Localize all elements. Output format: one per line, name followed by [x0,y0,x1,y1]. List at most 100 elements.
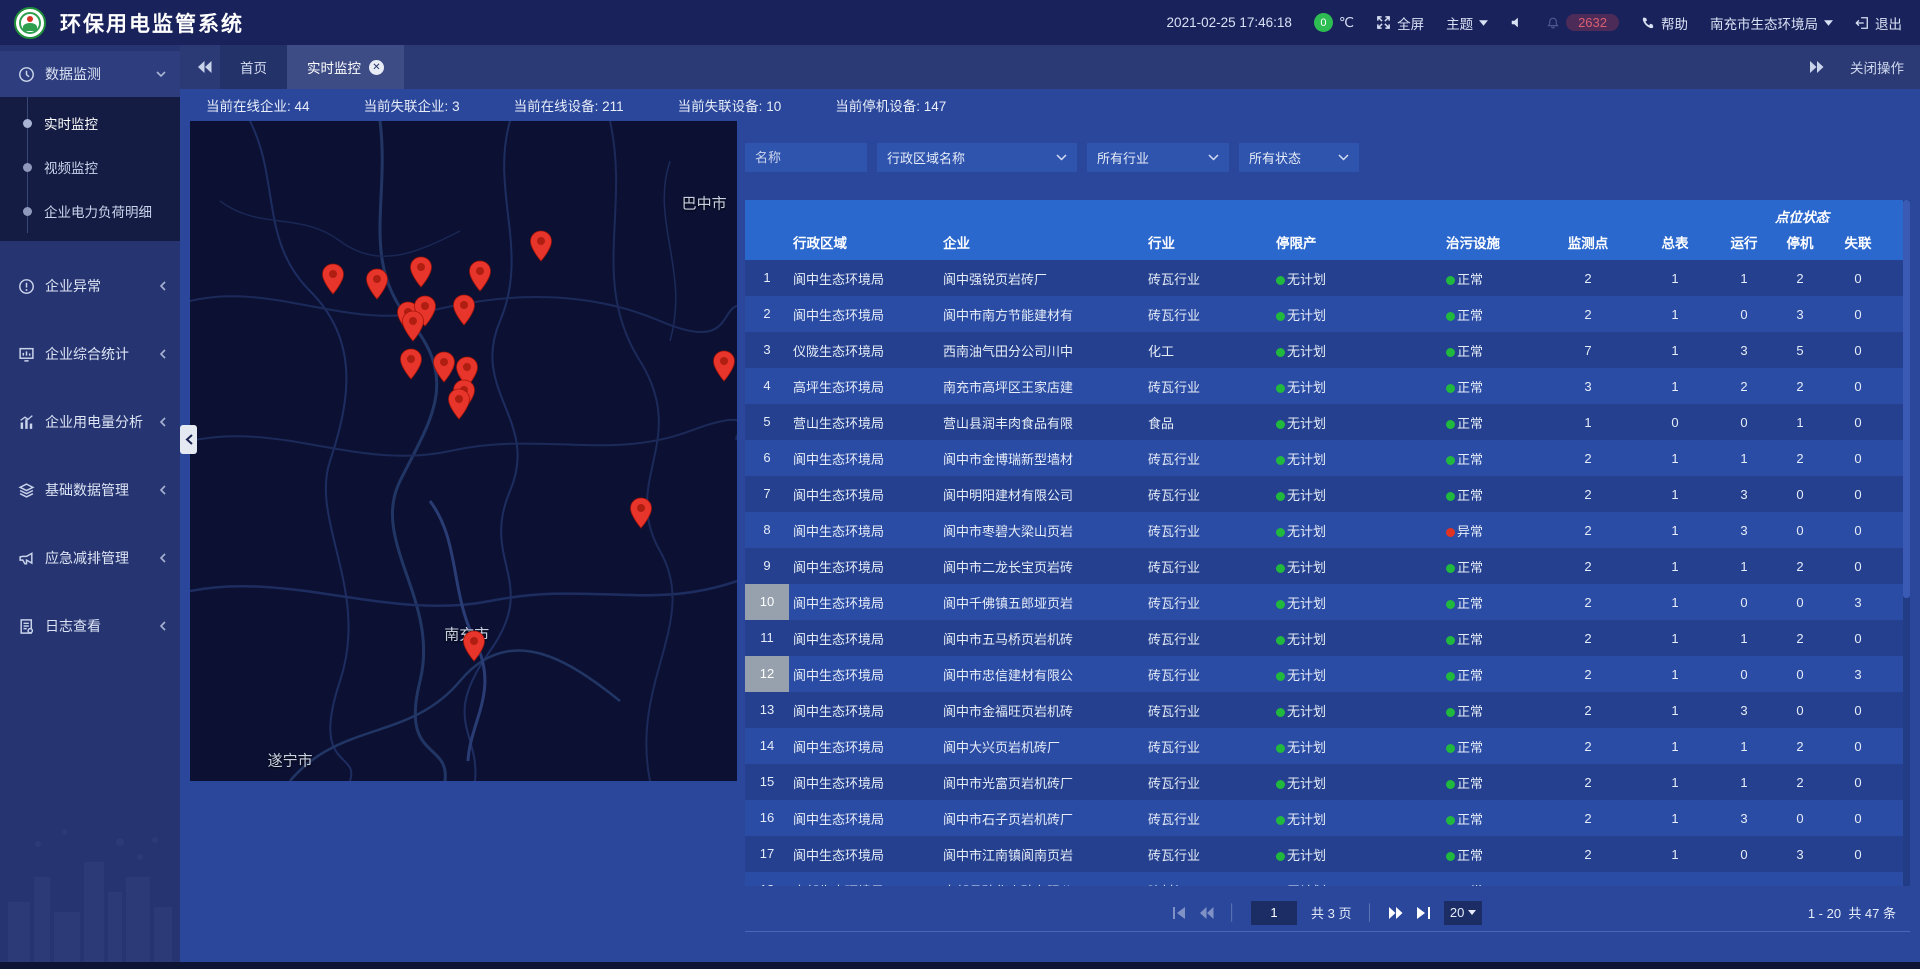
sidebar-item-realtime-monitoring[interactable]: 实时监控 [0,101,180,145]
map-pin-icon[interactable] [712,350,736,382]
cell-region-text: 阆中生态环境局 [793,776,884,791]
tab-close-icon[interactable]: ✕ [369,60,384,75]
first-page-button[interactable] [1173,907,1186,919]
theme-menu[interactable]: 主题 [1446,13,1488,33]
map-pin-icon[interactable] [321,263,345,295]
table-row[interactable]: 15阆中生态环境局阆中市光富页岩机砖厂砖瓦行业无计划正常21120 [745,764,1910,800]
prev-page-button[interactable] [1200,907,1214,919]
cell-monitor-points: 2 [1542,487,1634,502]
stat-label: 当前停机设备: [835,99,920,114]
table-row[interactable]: 16阆中生态环境局阆中市石子页岩机砖厂砖瓦行业无计划正常21300 [745,800,1910,836]
status-filter-select[interactable]: 所有状态 [1239,143,1359,172]
map-pin-icon[interactable] [365,268,389,300]
notifications[interactable]: 2632 [1546,14,1619,31]
fullscreen-button[interactable]: 全屏 [1376,13,1424,33]
cell-region: 阆中生态环境局 [789,629,939,648]
map-pin-icon[interactable] [529,230,553,262]
cell-company-text: 阆中市金博瑞新型墙材 [943,452,1073,467]
map-pin-icon[interactable] [629,497,653,529]
row-index-text: 17 [760,846,774,861]
sound-button[interactable] [1510,16,1524,29]
table-row[interactable]: 6阆中生态环境局阆中市金博瑞新型墙材砖瓦行业无计划正常21120 [745,440,1910,476]
cell-industry: 砖瓦行业 [1144,557,1272,576]
user-org-menu[interactable]: 南充市生态环境局 [1710,13,1833,33]
sidebar-item-power-usage-analysis[interactable]: 企业用电量分析 [0,399,180,445]
cell-production-status-text: 无计划 [1287,776,1326,791]
help-button[interactable]: 帮助 [1641,13,1688,33]
sidebar-item-video-monitoring[interactable]: 视频监控 [0,145,180,189]
region-filter-select[interactable]: 行政区域名称 [877,143,1077,172]
table-row[interactable]: 14阆中生态环境局阆中大兴页岩机砖厂砖瓦行业无计划正常21120 [745,728,1910,764]
map-pin-icon[interactable] [432,351,456,383]
chevron-left-icon [159,621,166,631]
map-pin-icon[interactable] [401,310,425,342]
cell-meters-text: 1 [1671,595,1678,610]
table-row[interactable]: 7阆中生态环境局阆中明阳建材有限公司砖瓦行业无计划正常21300 [745,476,1910,512]
map-pin-icon[interactable] [409,256,433,288]
table-row[interactable]: 11阆中生态环境局阆中市五马桥页岩机砖砖瓦行业无计划正常21120 [745,620,1910,656]
sidebar-item-log-view[interactable]: 日志查看 [0,603,180,649]
page-size-value: 20 [1450,905,1464,920]
map-pin-icon[interactable] [462,630,486,662]
column-monitor-points: 监测点 [1542,232,1634,252]
cell-stopped-text: 0 [1796,703,1803,718]
bar-chart-icon [18,414,35,431]
table-row[interactable]: 2阆中生态环境局阆中市南方节能建材有砖瓦行业无计划正常21030 [745,296,1910,332]
table-row[interactable]: 17阆中生态环境局阆中市江南镇阆南页岩砖瓦行业无计划正常21030 [745,836,1910,872]
tab-home[interactable]: 首页 [220,45,287,89]
table-row[interactable]: 9阆中生态环境局阆中市二龙长宝页岩砖砖瓦行业无计划正常21120 [745,548,1910,584]
logout-button[interactable]: 退出 [1855,13,1902,33]
sidebar-item-enterprise-anomaly[interactable]: 企业异常 [0,263,180,309]
tabs-scroll-right-button[interactable] [1802,61,1832,73]
map-pin-icon[interactable] [399,348,423,380]
cell-industry: 砖瓦行业 [1144,521,1272,540]
cell-industry-text: 化工 [1148,344,1174,359]
cell-meters-text: 1 [1671,739,1678,754]
map-city-label: 巴中市 [682,192,727,213]
sidebar-item-basic-data-management[interactable]: 基础数据管理 [0,467,180,513]
page-number-input[interactable] [1251,901,1297,925]
status-dot-green [1446,600,1455,609]
sidebar-item-data-monitoring[interactable]: 数据监测 [0,51,180,97]
cell-offline: 0 [1828,775,1888,790]
cell-company: 阆中市金博瑞新型墙材 [939,449,1144,468]
table-row[interactable]: 8阆中生态环境局阆中市枣碧大梁山页岩砖瓦行业无计划异常21300 [745,512,1910,548]
cell-running: 0 [1716,883,1772,887]
status-dot-green [1446,744,1455,753]
close-operations-button[interactable]: 关闭操作 [1850,57,1904,77]
sidebar-item-enterprise-statistics[interactable]: 企业综合统计 [0,331,180,377]
status-dot-green [1276,456,1285,465]
table-row[interactable]: 13阆中生态环境局阆中市金福旺页岩机砖砖瓦行业无计划正常21300 [745,692,1910,728]
sidebar-item-emergency-reduction[interactable]: 应急减排管理 [0,535,180,581]
column-running: 运行 [1716,232,1772,252]
row-index-text: 4 [763,378,770,393]
sidebar-collapse-button[interactable] [180,425,197,454]
map-pin-icon[interactable] [447,388,471,420]
tab-realtime-monitoring[interactable]: 实时监控 ✕ [287,45,404,89]
map-pin-icon[interactable] [468,260,492,292]
industry-filter-select[interactable]: 所有行业 [1087,143,1229,172]
map-pin-icon[interactable] [452,294,476,326]
table-row[interactable]: 4高坪生态环境局南充市高坪区王家店建砖瓦行业无计划正常31220 [745,368,1910,404]
sidebar-subitem-label: 视频监控 [44,157,98,177]
tabs-scroll-left-button[interactable] [190,61,220,73]
name-filter-input[interactable] [745,143,867,172]
table-row[interactable]: 12阆中生态环境局阆中市忠信建材有限公砖瓦行业无计划正常21003 [745,656,1910,692]
table-row[interactable]: 3仪陇生态环境局西南油气田分公司川中化工无计划正常71350 [745,332,1910,368]
cell-production-status: 无计划 [1272,665,1442,684]
next-page-button[interactable] [1389,907,1403,919]
table-scrollbar[interactable] [1903,200,1910,886]
sidebar-item-power-load-detail[interactable]: 企业电力负荷明细 [0,189,180,233]
row-index: 8 [745,512,789,548]
table-row[interactable]: 1阆中生态环境局阆中强锐页岩砖厂砖瓦行业无计划正常21120 [745,260,1910,296]
table-row[interactable]: 10阆中生态环境局阆中千佛镇五郎垭页岩砖瓦行业无计划正常21003 [745,584,1910,620]
city-skyline-decoration [0,782,180,962]
cell-stopped-text: 0 [1796,667,1803,682]
last-page-button[interactable] [1417,907,1430,919]
table-row[interactable]: 18南部生态环境局南部县砂华山砂有限公建材加工无计划正常21060 [745,872,1910,886]
table-row[interactable]: 5营山生态环境局营山县润丰肉食品有限食品无计划正常10010 [745,404,1910,440]
page-size-select[interactable]: 20 [1444,901,1482,925]
status-dot-green [1446,636,1455,645]
map-panel[interactable]: 巴中市南充市遂宁市 [190,121,737,781]
cell-industry: 砖瓦行业 [1144,377,1272,396]
